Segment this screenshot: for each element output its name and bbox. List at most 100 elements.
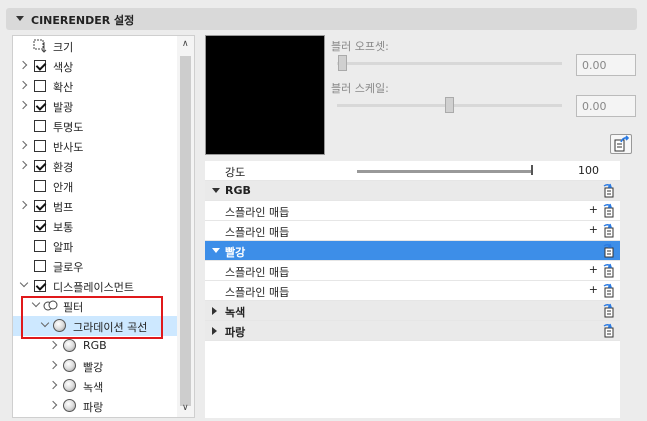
strength-slider[interactable] bbox=[357, 170, 532, 173]
tree-item-glow[interactable]: 글로우 bbox=[13, 256, 179, 276]
strength-row[interactable]: 강도 100 bbox=[205, 161, 620, 181]
tree-item-label: 알파 bbox=[53, 241, 74, 254]
curve-group-label: 빨강 bbox=[225, 246, 246, 259]
curve-group-label: 파랑 bbox=[225, 326, 246, 339]
checkbox[interactable] bbox=[34, 180, 46, 192]
checkbox[interactable] bbox=[34, 160, 46, 172]
preview-swatch bbox=[205, 35, 325, 155]
spline-knot-row[interactable]: 스플라인 매듭 + bbox=[205, 281, 620, 301]
sphere-icon bbox=[63, 359, 76, 372]
tree-item-rgb[interactable]: RGB bbox=[13, 336, 179, 356]
chevron-down-icon[interactable] bbox=[20, 281, 28, 291]
blur-offset-field[interactable]: 0.00 bbox=[576, 54, 636, 76]
collapse-triangle-icon[interactable] bbox=[16, 16, 24, 21]
document-export-icon[interactable] bbox=[602, 203, 616, 218]
sphere-icon bbox=[63, 339, 76, 352]
checkbox[interactable] bbox=[34, 260, 46, 272]
curve-group-red[interactable]: 빨강 bbox=[205, 241, 620, 261]
tree-item-transparency[interactable]: 투명도 bbox=[13, 116, 179, 136]
tree-item-fog[interactable]: 안개 bbox=[13, 176, 179, 196]
tree-item-bump[interactable]: 범프 bbox=[13, 196, 179, 216]
tree-item-label: 발광 bbox=[53, 101, 74, 114]
strength-slider-thumb[interactable] bbox=[531, 165, 533, 175]
strength-value: 100 bbox=[578, 164, 599, 177]
curve-group-green[interactable]: 녹색 bbox=[205, 301, 620, 321]
sphere-icon bbox=[63, 399, 76, 412]
chevron-right-icon[interactable] bbox=[20, 101, 28, 111]
document-export-icon[interactable] bbox=[602, 183, 616, 198]
spline-knot-row[interactable]: 스플라인 매듭 + bbox=[205, 261, 620, 281]
checkbox[interactable] bbox=[34, 100, 46, 112]
spline-knot-label: 스플라인 매듭 bbox=[225, 206, 290, 219]
tree-item-label: 색상 bbox=[53, 61, 74, 74]
tree-item-label: 투명도 bbox=[53, 121, 84, 134]
curve-list: 강도 100 RGB 스플라인 매듭 + 스플라인 매듭 + 빨강 스플라인 매… bbox=[205, 161, 620, 418]
tree-item-luminance[interactable]: 발광 bbox=[13, 96, 179, 116]
tree-item-label: 디스플레이스먼트 bbox=[53, 281, 134, 294]
tree-item-reflectance[interactable]: 반사도 bbox=[13, 136, 179, 156]
document-export-icon[interactable] bbox=[602, 223, 616, 238]
chevron-right-icon[interactable] bbox=[212, 307, 217, 315]
strength-label: 강도 bbox=[225, 166, 246, 179]
checkbox[interactable] bbox=[34, 80, 46, 92]
document-export-icon[interactable] bbox=[602, 303, 616, 318]
document-export-icon[interactable] bbox=[602, 243, 616, 258]
tree-scrollbar[interactable]: ∧ ∨ bbox=[177, 36, 194, 417]
chevron-down-icon[interactable] bbox=[212, 188, 220, 193]
scroll-down-icon[interactable]: ∨ bbox=[182, 403, 189, 413]
checkbox[interactable] bbox=[34, 120, 46, 132]
channel-tree: 크기 색상 확산 발광 투명도 반사도 환경 안개 범프 보통 알파 글로우 디… bbox=[12, 35, 195, 418]
chevron-right-icon[interactable] bbox=[20, 161, 28, 171]
blur-offset-slider-thumb[interactable] bbox=[338, 55, 347, 71]
tree-item-blue[interactable]: 파랑 bbox=[13, 396, 179, 416]
add-knot-icon[interactable]: + bbox=[589, 283, 598, 296]
document-export-icon[interactable] bbox=[602, 323, 616, 338]
tree-item-diffusion[interactable]: 확산 bbox=[13, 76, 179, 96]
tree-item-normal[interactable]: 보통 bbox=[13, 216, 179, 236]
curve-group-rgb[interactable]: RGB bbox=[205, 181, 620, 201]
tree-item-displacement[interactable]: 디스플레이스먼트 bbox=[13, 276, 179, 296]
tree-item-label: 범프 bbox=[53, 201, 74, 214]
checkbox[interactable] bbox=[34, 140, 46, 152]
checkbox[interactable] bbox=[34, 200, 46, 212]
tree-item-red[interactable]: 빨강 bbox=[13, 356, 179, 376]
tree-item-label: 안개 bbox=[53, 181, 74, 194]
tree-item-green[interactable]: 녹색 bbox=[13, 376, 179, 396]
export-settings-button[interactable] bbox=[610, 134, 632, 154]
curve-group-label: 녹색 bbox=[225, 306, 246, 319]
tree-item-label: 크기 bbox=[53, 41, 74, 54]
add-knot-icon[interactable]: + bbox=[589, 223, 598, 236]
checkbox[interactable] bbox=[34, 220, 46, 232]
blur-scale-field[interactable]: 0.00 bbox=[576, 95, 636, 117]
chevron-right-icon[interactable] bbox=[20, 81, 28, 91]
tree-item-size[interactable]: 크기 bbox=[13, 36, 179, 56]
checkbox[interactable] bbox=[34, 280, 46, 292]
add-knot-icon[interactable]: + bbox=[589, 203, 598, 216]
checkbox[interactable] bbox=[34, 60, 46, 72]
blur-offset-slider[interactable] bbox=[337, 62, 562, 65]
scrollbar-thumb[interactable] bbox=[180, 56, 191, 406]
chevron-right-icon[interactable] bbox=[20, 141, 28, 151]
chevron-right-icon[interactable] bbox=[20, 61, 28, 71]
curve-group-blue[interactable]: 파랑 bbox=[205, 321, 620, 341]
spline-knot-row[interactable]: 스플라인 매듭 + bbox=[205, 221, 620, 241]
add-knot-icon[interactable]: + bbox=[589, 263, 598, 276]
document-export-icon[interactable] bbox=[602, 263, 616, 278]
chevron-down-icon[interactable] bbox=[212, 248, 220, 253]
tree-item-color[interactable]: 색상 bbox=[13, 56, 179, 76]
settings-panel: 블러 오프셋: 0.00 블러 스케일: 0.00 강도 100 RGB 스플라… bbox=[205, 35, 637, 418]
spline-knot-row[interactable]: 스플라인 매듭 + bbox=[205, 201, 620, 221]
chevron-right-icon[interactable] bbox=[50, 361, 58, 371]
chevron-right-icon[interactable] bbox=[212, 327, 217, 335]
checkbox[interactable] bbox=[34, 240, 46, 252]
document-export-icon[interactable] bbox=[602, 283, 616, 298]
panel-header[interactable]: CINERENDER 설정 bbox=[6, 8, 637, 30]
chevron-right-icon[interactable] bbox=[50, 381, 58, 391]
chevron-right-icon[interactable] bbox=[20, 201, 28, 211]
tree-item-alpha[interactable]: 알파 bbox=[13, 236, 179, 256]
scroll-up-icon[interactable]: ∧ bbox=[182, 39, 189, 49]
chevron-right-icon[interactable] bbox=[50, 401, 58, 411]
tree-item-environment[interactable]: 환경 bbox=[13, 156, 179, 176]
blur-scale-slider-thumb[interactable] bbox=[445, 97, 454, 113]
chevron-right-icon[interactable] bbox=[50, 341, 58, 351]
